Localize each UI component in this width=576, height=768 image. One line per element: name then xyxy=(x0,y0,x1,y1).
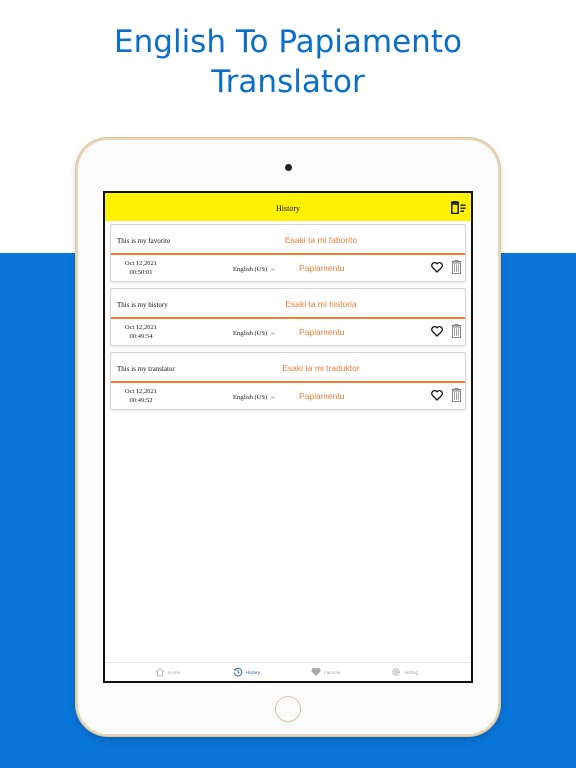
timestamp: Oct 12,2021 00:49:52 xyxy=(115,387,167,405)
history-icon xyxy=(233,668,243,677)
tab-label: History xyxy=(246,669,261,675)
source-text: This is my favorite xyxy=(117,237,171,245)
history-item[interactable]: This is my translator Esaki ta mi traduk… xyxy=(110,352,466,410)
card-divider xyxy=(111,253,465,255)
date-text: Oct 12,2021 xyxy=(124,388,158,395)
card-divider xyxy=(111,317,465,319)
source-language: English (US) → xyxy=(233,394,275,401)
history-item[interactable]: This is my favorite Esaki ta mi faborito… xyxy=(110,224,466,282)
timestamp: Oct 12,2021 00:49:54 xyxy=(115,323,167,341)
arrow-right-icon: → xyxy=(268,330,276,337)
delete-trash-icon[interactable] xyxy=(451,324,462,338)
translated-text: Esaki ta mi historia xyxy=(285,299,357,309)
favorite-heart-icon[interactable] xyxy=(431,390,443,401)
tab-history[interactable]: History xyxy=(233,666,260,678)
target-language: Papiamentu xyxy=(299,391,345,401)
source-language-label: English (US) xyxy=(233,266,268,273)
delete-trash-icon[interactable] xyxy=(451,388,462,402)
app-header: History xyxy=(105,193,471,221)
source-language: English (US) → xyxy=(233,330,275,337)
clear-history-icon[interactable] xyxy=(450,201,466,214)
time-text: 00:49:52 xyxy=(129,397,153,404)
page-title: History xyxy=(276,204,300,213)
tab-label: Home xyxy=(168,669,181,675)
source-text: This is my translator xyxy=(117,365,175,373)
source-language: English (US) → xyxy=(233,266,275,273)
translated-text: Esaki ta mi faborito xyxy=(284,235,358,245)
target-language: Papiamentu xyxy=(299,327,345,337)
arrow-right-icon: → xyxy=(268,394,276,401)
tab-favorite[interactable]: Favorite xyxy=(311,666,340,678)
card-divider xyxy=(111,381,465,383)
heart-icon xyxy=(311,667,321,676)
headline-line-2: Translator xyxy=(211,64,365,100)
app-screen: History This is my favorite Esaki ta mi … xyxy=(103,191,473,683)
delete-trash-icon[interactable] xyxy=(451,260,462,274)
favorite-heart-icon[interactable] xyxy=(431,262,443,273)
promo-headline: English To Papiamento Translator xyxy=(0,22,576,102)
source-text: This is my history xyxy=(117,301,168,309)
home-icon xyxy=(155,667,165,677)
tab-home[interactable]: Home xyxy=(155,666,180,678)
translated-text: Esaki ta mi traduktor xyxy=(282,363,360,373)
tablet-home-button xyxy=(275,696,301,722)
source-language-label: English (US) xyxy=(233,330,268,337)
arrow-right-icon: → xyxy=(268,266,276,273)
tab-label: Favorite xyxy=(324,669,341,675)
source-language-label: English (US) xyxy=(233,394,268,401)
timestamp: Oct 12,2021 00:50:01 xyxy=(115,259,167,277)
bottom-tab-bar: Home History Favorite Setting xyxy=(105,662,471,681)
target-language: Papiamentu xyxy=(299,263,345,273)
tab-setting[interactable]: Setting xyxy=(391,666,418,678)
history-item[interactable]: This is my history Esaki ta mi historia … xyxy=(110,288,466,346)
tablet-frame: History This is my favorite Esaki ta mi … xyxy=(78,140,498,734)
date-text: Oct 12,2021 xyxy=(124,260,158,267)
gear-icon xyxy=(392,668,400,676)
time-text: 00:50:01 xyxy=(129,269,153,276)
time-text: 00:49:54 xyxy=(129,333,153,340)
tab-label: Setting xyxy=(404,669,419,675)
favorite-heart-icon[interactable] xyxy=(431,326,443,337)
camera-icon xyxy=(285,164,292,171)
date-text: Oct 12,2021 xyxy=(124,324,158,331)
headline-line-1: English To Papiamento xyxy=(114,24,462,60)
